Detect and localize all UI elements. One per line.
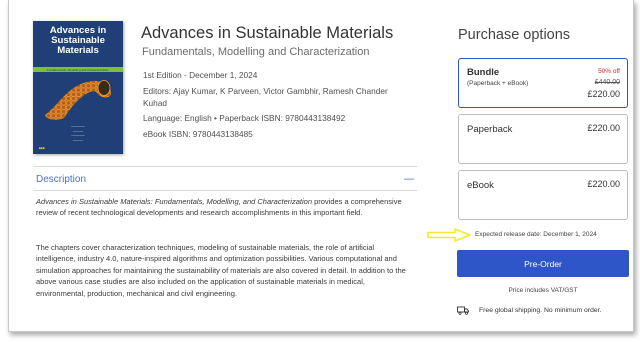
cover-subtitle: Fundamentals, Modelling and Characteriza… [46, 67, 110, 72]
description-paragraph-2: The chapters cover characterization tech… [36, 243, 406, 298]
expected-release-date: Expected release date: December 1, 2024 [475, 231, 597, 238]
divider [33, 166, 417, 167]
option-ebook-name: eBook [467, 180, 494, 191]
vat-note: Price includes VAT/GST [508, 287, 578, 294]
highlight-arrow-icon [427, 228, 471, 242]
option-bundle-sub: (Paperback + eBook) [467, 80, 529, 87]
description-header[interactable]: Description [36, 174, 86, 185]
divider [33, 190, 417, 191]
option-bundle[interactable]: Bundle (Paperback + eBook) 50% off £440.… [458, 58, 628, 108]
cover-editors-text: ———— ——— ———— ——— [71, 124, 85, 142]
option-bundle-price: £220.00 [587, 89, 620, 99]
description-book-title: Advances in Sustainable Materials: Funda… [36, 197, 312, 206]
editors-list: Editors: Ajay Kumar, K Parveen, Victor G… [143, 86, 388, 108]
book-cover-image[interactable]: Advances in Sustainable Materials Fundam… [33, 21, 123, 154]
option-paperback[interactable]: Paperback £220.00 [458, 114, 628, 164]
truck-icon [457, 306, 469, 315]
option-ebook-price: £220.00 [587, 179, 620, 189]
option-ebook[interactable]: eBook £220.00 [458, 170, 628, 220]
cover-title: Advances in Sustainable Materials [49, 25, 107, 56]
ebook-isbn: eBook ISBN: 9780443138485 [143, 129, 253, 139]
book-title: Advances in Sustainable Materials [141, 24, 394, 42]
book-subtitle: Fundamentals, Modelling and Characteriza… [142, 46, 370, 58]
option-bundle-name: Bundle [467, 67, 500, 78]
pre-order-button[interactable]: Pre-Order [457, 250, 629, 277]
language-paperback-isbn: Language: English • Paperback ISBN: 9780… [143, 113, 346, 123]
original-price: £440.00 [594, 79, 620, 86]
collapse-minus-icon[interactable]: — [402, 173, 416, 186]
option-paperback-price: £220.00 [587, 123, 620, 133]
description-paragraph-1: Advances in Sustainable Materials: Funda… [36, 196, 414, 219]
purchase-options-title: Purchase options [458, 27, 571, 43]
product-page: Advances in Sustainable Materials Fundam… [8, 0, 634, 332]
discount-badge: 50% off [598, 68, 620, 75]
edition-date: 1st Edition - December 1, 2024 [143, 70, 258, 80]
shipping-note: Free global shipping. No minimum order. [479, 307, 602, 314]
publisher-logo: ■■■ [39, 146, 45, 150]
nanotube-illustration [45, 80, 111, 120]
option-paperback-name: Paperback [467, 124, 513, 135]
